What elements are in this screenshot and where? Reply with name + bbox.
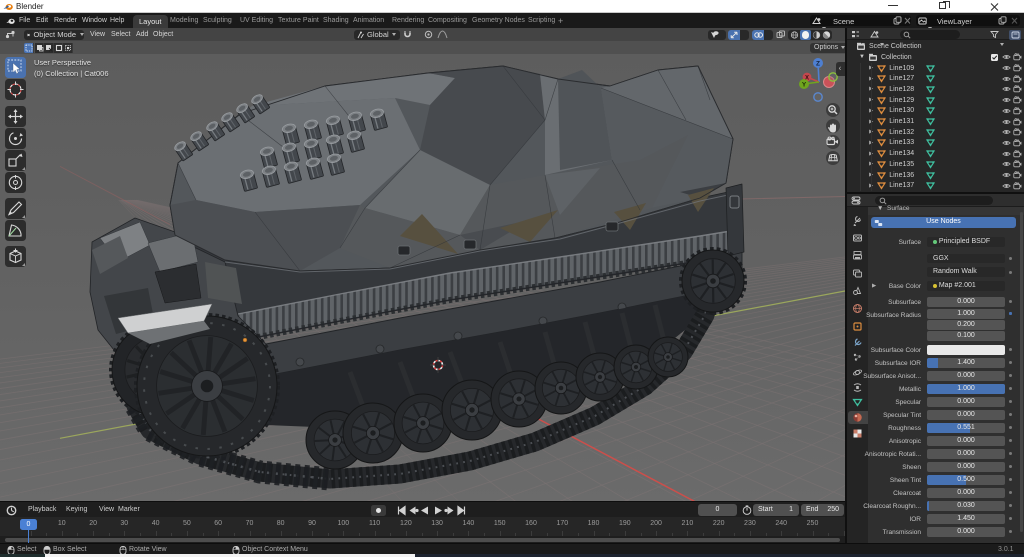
svg-text:Y: Y bbox=[802, 82, 807, 89]
svg-text:‹: ‹ bbox=[839, 64, 842, 73]
svg-text:Z: Z bbox=[816, 61, 820, 68]
